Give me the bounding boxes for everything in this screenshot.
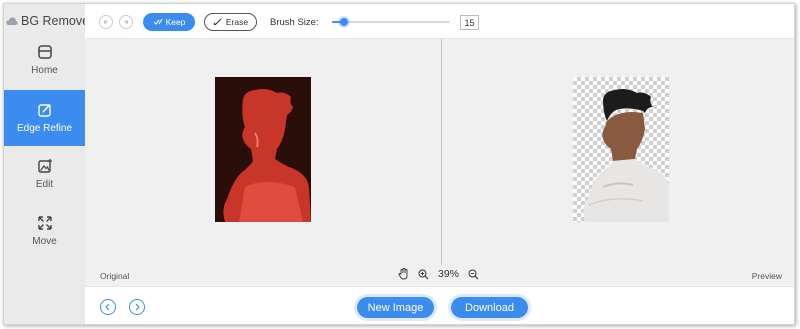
brush-erase-icon: [213, 18, 222, 26]
app-window: BG Remover Home Edge Refine Edit Move Ke…: [3, 3, 795, 325]
sidebar-item-home[interactable]: Home: [4, 32, 85, 88]
undo-icon: [103, 19, 108, 25]
hand-tool-icon[interactable]: [398, 268, 409, 280]
next-button[interactable]: [129, 299, 145, 315]
sidebar-item-label: Move: [32, 236, 57, 247]
zoom-level: 39%: [438, 268, 460, 280]
preview-label: Preview: [751, 271, 782, 281]
original-image[interactable]: [215, 77, 311, 222]
sidebar-item-label: Edge Refine: [16, 123, 73, 134]
zoom-controls: 39%: [398, 268, 479, 280]
status-bar: Original 39% Preview: [85, 265, 794, 285]
redo-icon: [124, 19, 129, 25]
person-cutout: [583, 89, 669, 222]
sidebar-item-label: Edit: [35, 179, 54, 190]
app-brand: BG Remover: [6, 14, 93, 28]
redo-button[interactable]: [119, 15, 133, 29]
keep-button[interactable]: Keep: [143, 13, 195, 31]
sidebar-item-move[interactable]: Move: [4, 203, 85, 259]
original-label: Original: [100, 271, 130, 281]
sidebar-item-edge-refine[interactable]: Edge Refine: [4, 90, 85, 146]
brush-size-label: Brush Size:: [270, 17, 319, 28]
chevron-left-icon: [105, 303, 110, 311]
new-image-button[interactable]: New Image: [357, 297, 434, 318]
brush-size-slider[interactable]: [332, 18, 450, 26]
zoom-in-icon[interactable]: [418, 269, 429, 280]
home-icon: [37, 44, 53, 60]
cloud-logo-icon: [6, 16, 18, 26]
download-button[interactable]: Download: [451, 297, 528, 318]
toolbar: Keep Erase Brush Size: 15: [85, 4, 794, 39]
edit-image-icon: [37, 158, 53, 174]
preview-image: [573, 77, 669, 222]
app-title: BG Remover: [21, 14, 94, 28]
slider-track: [332, 21, 450, 23]
sidebar-item-edit[interactable]: Edit: [4, 146, 85, 202]
erase-label: Erase: [225, 17, 249, 27]
erase-button[interactable]: Erase: [204, 13, 257, 31]
zoom-out-icon[interactable]: [468, 269, 479, 280]
previous-button[interactable]: [100, 299, 116, 315]
keep-label: Keep: [165, 17, 186, 27]
chevron-right-icon: [135, 303, 140, 311]
undo-button[interactable]: [99, 15, 113, 29]
slider-thumb[interactable]: [339, 18, 348, 26]
brush-check-icon: [153, 18, 163, 25]
split-divider[interactable]: [441, 39, 442, 265]
sidebar: BG Remover Home Edge Refine Edit Move: [4, 4, 93, 324]
edge-refine-icon: [37, 102, 53, 118]
canvas-area: [85, 39, 794, 265]
sidebar-item-label: Home: [31, 65, 58, 76]
person-silhouette-keep: [223, 89, 311, 222]
brush-size-input[interactable]: 15: [460, 15, 479, 30]
bottom-bar: New Image Download: [85, 286, 794, 324]
move-icon: [37, 215, 53, 231]
